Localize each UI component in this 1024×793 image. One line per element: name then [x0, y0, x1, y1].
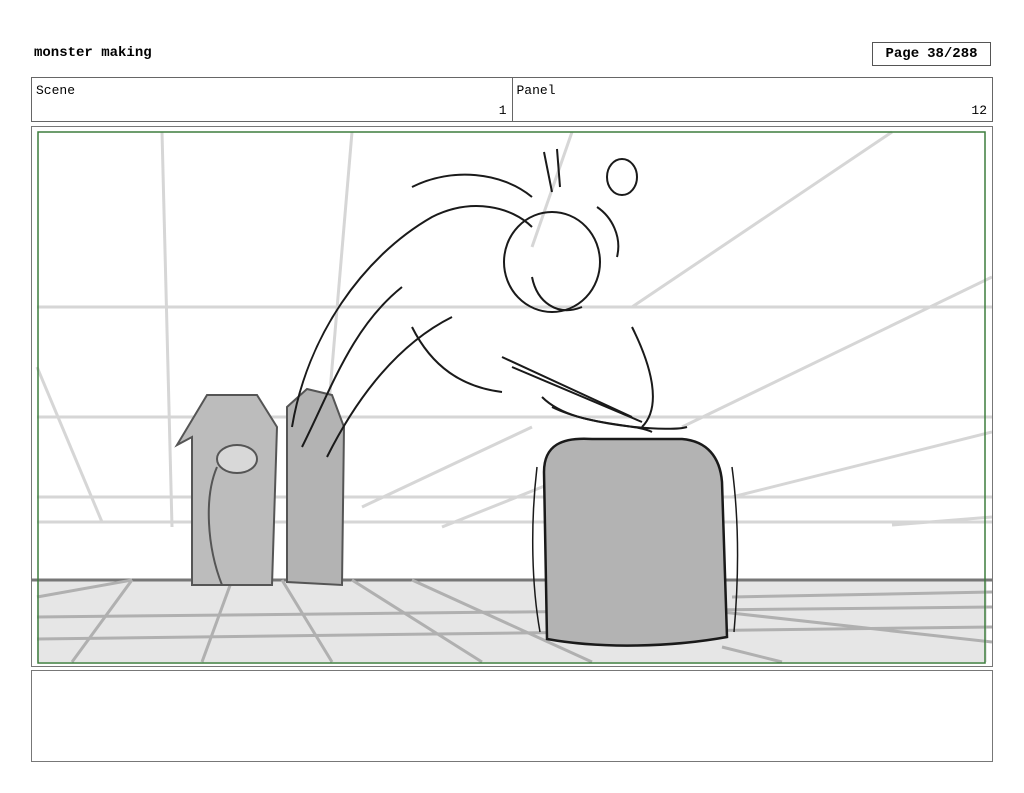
panel-number: 12: [971, 103, 987, 118]
tiled-floor: [32, 578, 992, 664]
storyboard-frame: [31, 126, 993, 667]
small-tombstones: [174, 387, 346, 587]
scene-label: Scene: [36, 83, 76, 98]
scene-cell: Scene 1: [32, 78, 512, 121]
page-indicator: Page 38/288: [872, 42, 991, 66]
perspective-guides: [35, 130, 992, 529]
panel-cell: Panel 12: [511, 78, 993, 121]
panel-label: Panel: [516, 83, 556, 98]
scene-panel-header: Scene 1 Panel 12: [31, 77, 993, 122]
large-gravestone: [531, 437, 739, 647]
storyboard-sketch: [32, 130, 992, 664]
page-number: 38/288: [927, 46, 978, 62]
character-sketch: [291, 148, 688, 458]
project-title: monster making: [34, 45, 152, 61]
notes-box: [31, 670, 993, 762]
scene-number: 1: [498, 103, 507, 118]
page-label: Page: [885, 46, 920, 62]
